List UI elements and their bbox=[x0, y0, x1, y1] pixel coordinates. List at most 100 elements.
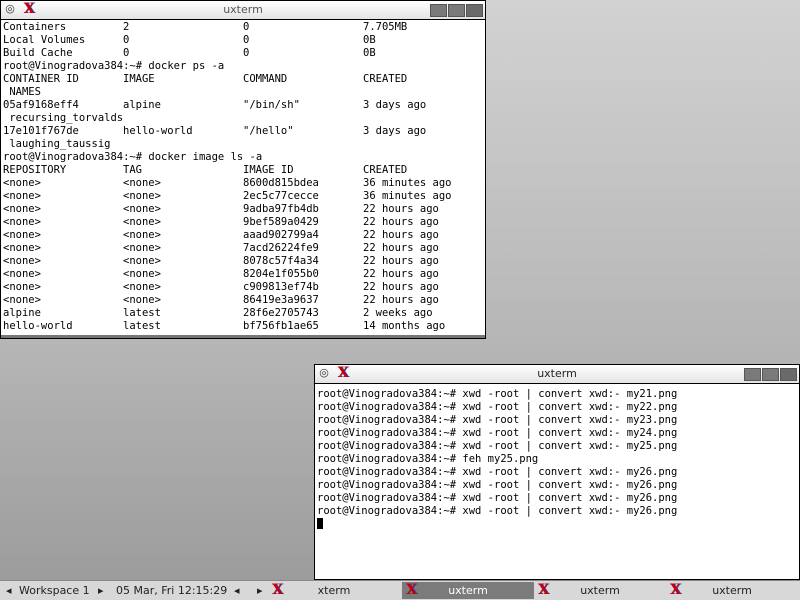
terminal-cell: root@Vinogradova384:~# xwd -root | conve… bbox=[317, 401, 678, 413]
terminal-cell: <none> bbox=[123, 177, 161, 189]
terminal-line: root@Vinogradova384:~# xwd -root | conve… bbox=[317, 479, 797, 492]
terminal-cell: 05af9168eff4 bbox=[3, 99, 79, 111]
terminal-cell: 0B bbox=[363, 34, 376, 46]
terminal-cell: CREATED bbox=[363, 164, 408, 176]
terminal-line: root@Vinogradova384:~# feh my25.png bbox=[317, 453, 797, 466]
terminal-line: <none> <none> 7acd26224fe9 22 hours ago bbox=[3, 242, 483, 255]
terminal-line: Build Cache 0 0 0B bbox=[3, 47, 483, 60]
terminal-cell: root@Vinogradova384:~# xwd -root | conve… bbox=[317, 479, 678, 491]
taskbar-task-uxterm[interactable]: X uxterm bbox=[666, 582, 798, 599]
terminal-cell: <none> bbox=[123, 294, 161, 306]
clock-prev-arrow-icon[interactable]: ◂ bbox=[234, 584, 240, 597]
terminal-line: alpine latest 28f6e2705743 2 weeks ago bbox=[3, 307, 483, 320]
terminal-cell: 22 hours ago bbox=[363, 203, 439, 215]
terminal-cell: <none> bbox=[3, 190, 41, 202]
terminal-cell: IMAGE bbox=[123, 73, 155, 85]
terminal-cell: bf756fb1ae65 bbox=[243, 320, 319, 332]
terminal-cell: <none> bbox=[3, 229, 41, 241]
terminal-cell: 14 months ago bbox=[363, 320, 446, 332]
minimize-button[interactable] bbox=[744, 368, 761, 381]
terminal-cell: c909813ef74b bbox=[243, 281, 319, 293]
terminal-cell: alpine bbox=[3, 307, 41, 319]
terminal-cell: 2 weeks ago bbox=[363, 307, 433, 319]
terminal-line: root@Vinogradova384:~# xwd -root | conve… bbox=[317, 505, 797, 518]
terminal-cell: 7.705MB bbox=[363, 21, 408, 33]
terminal-line: REPOSITORY TAG IMAGE ID CREATED bbox=[3, 164, 483, 177]
terminal-line: <none> <none> 2ec5c77cecce 36 minutes ago bbox=[3, 190, 483, 203]
terminal-line: <none> <none> 8078c57f4a34 22 hours ago bbox=[3, 255, 483, 268]
terminal-output[interactable]: root@Vinogradova384:~# xwd -root | conve… bbox=[315, 384, 799, 532]
terminal-cell: 3 days ago bbox=[363, 99, 427, 111]
workspace-label[interactable]: Workspace 1 bbox=[19, 584, 90, 597]
terminal-cell: 9adba97fb4db bbox=[243, 203, 319, 215]
clock: 05 Mar, Fri 12:15:29 bbox=[116, 584, 228, 597]
terminal-window-docker[interactable]: ◎ X uxterm Containers 2 0 7.705MB Local Volu… bbox=[0, 0, 486, 339]
terminal-cell: 7acd26224fe9 bbox=[243, 242, 319, 254]
terminal-line: root@Vinogradova384:~# xwd -root | conve… bbox=[317, 414, 797, 427]
terminal-cell: 36 minutes ago bbox=[363, 190, 452, 202]
window-titlebar[interactable]: ◎ X uxterm bbox=[315, 365, 799, 384]
task-label: uxterm bbox=[448, 584, 488, 597]
terminal-cell: TAG bbox=[123, 164, 142, 176]
terminal-cell: "/hello" bbox=[243, 125, 294, 137]
terminal-cell: 22 hours ago bbox=[363, 216, 439, 228]
close-button[interactable] bbox=[466, 4, 483, 17]
terminal-cell: <none> bbox=[3, 216, 41, 228]
terminal-line: root@Vinogradova384:~# xwd -root | conve… bbox=[317, 427, 797, 440]
terminal-line: <none> <none> aaad902799a4 22 hours ago bbox=[3, 229, 483, 242]
taskbar-task-uxterm[interactable]: X uxterm bbox=[534, 582, 666, 599]
taskbar-task-uxterm-active[interactable]: X uxterm bbox=[402, 582, 534, 599]
terminal-cell: latest bbox=[123, 307, 161, 319]
terminal-cell: "/bin/sh" bbox=[243, 99, 300, 111]
terminal-cell: 2 bbox=[123, 21, 130, 33]
clock-next-arrow-icon[interactable]: ▸ bbox=[257, 584, 263, 597]
terminal-cell: 22 hours ago bbox=[363, 281, 439, 293]
terminal-line: root@Vinogradova384:~# xwd -root | conve… bbox=[317, 401, 797, 414]
workspace-prev-arrow-icon[interactable]: ◂ bbox=[6, 584, 12, 597]
terminal-cell: alpine bbox=[123, 99, 161, 111]
terminal-cell: Local Volumes bbox=[3, 34, 86, 46]
close-button[interactable] bbox=[780, 368, 797, 381]
taskbar-task-xterm[interactable]: X xterm bbox=[268, 582, 400, 599]
terminal-cell: <none> bbox=[123, 255, 161, 267]
terminal-cell: 17e101f767de bbox=[3, 125, 79, 137]
terminal-line: root@Vinogradova384:~# xwd -root | conve… bbox=[317, 440, 797, 453]
terminal-line: 17e101f767de hello-world "/hello" 3 days ag… bbox=[3, 125, 483, 138]
terminal-cell: <none> bbox=[3, 281, 41, 293]
terminal-line: root@Vinogradova384:~# docker ps -a bbox=[3, 60, 483, 73]
terminal-cell: root@Vinogradova384:~# xwd -root | conve… bbox=[317, 414, 678, 426]
maximize-button[interactable] bbox=[762, 368, 779, 381]
terminal-line: root@Vinogradova384:~# xwd -root | conve… bbox=[317, 466, 797, 479]
terminal-line: Containers 2 0 7.705MB bbox=[3, 21, 483, 34]
terminal-prompt-line[interactable] bbox=[317, 518, 797, 531]
maximize-button[interactable] bbox=[448, 4, 465, 17]
terminal-cell: root@Vinogradova384:~# docker image ls -… bbox=[3, 151, 263, 163]
workspace-next-arrow-icon[interactable]: ▸ bbox=[98, 584, 104, 597]
terminal-line: laughing_taussig bbox=[3, 138, 483, 151]
terminal-cell: <none> bbox=[3, 294, 41, 306]
terminal-line: root@Vinogradova384:~# docker image ls -… bbox=[3, 151, 483, 164]
terminal-cell: 3 days ago bbox=[363, 125, 427, 137]
terminal-cell: 0 bbox=[243, 21, 250, 33]
terminal-line: <none> <none> 86419e3a9637 22 hours ago bbox=[3, 294, 483, 307]
terminal-cell: hello-world bbox=[123, 125, 193, 137]
terminal-output[interactable]: Containers 2 0 7.705MB Local Volumes 0 0 0B Buil… bbox=[1, 20, 485, 334]
terminal-window-xwd[interactable]: ◎ X uxterm root@Vinogradova384:~# xwd -r… bbox=[314, 364, 800, 580]
window-titlebar[interactable]: ◎ X uxterm bbox=[1, 1, 485, 20]
terminal-cell: root@Vinogradova384:~# xwd -root | conve… bbox=[317, 492, 678, 504]
terminal-cell: <none> bbox=[123, 242, 161, 254]
minimize-button[interactable] bbox=[430, 4, 447, 17]
terminal-cell: root@Vinogradova384:~# xwd -root | conve… bbox=[317, 440, 678, 452]
terminal-cell: root@Vinogradova384:~# xwd -root | conve… bbox=[317, 466, 678, 478]
terminal-cell: laughing_taussig bbox=[3, 138, 111, 150]
window-bottom-edge bbox=[1, 335, 485, 338]
terminal-line: recursing_torvalds bbox=[3, 112, 483, 125]
terminal-cell: <none> bbox=[3, 255, 41, 267]
terminal-cell: recursing_torvalds bbox=[3, 112, 124, 124]
terminal-cell: COMMAND bbox=[243, 73, 288, 85]
window-title: uxterm bbox=[223, 3, 263, 16]
terminal-cell: 22 hours ago bbox=[363, 268, 439, 280]
terminal-cell: <none> bbox=[3, 268, 41, 280]
terminal-cell: root@Vinogradova384:~# xwd -root | conve… bbox=[317, 505, 678, 517]
terminal-cell: 22 hours ago bbox=[363, 255, 439, 267]
